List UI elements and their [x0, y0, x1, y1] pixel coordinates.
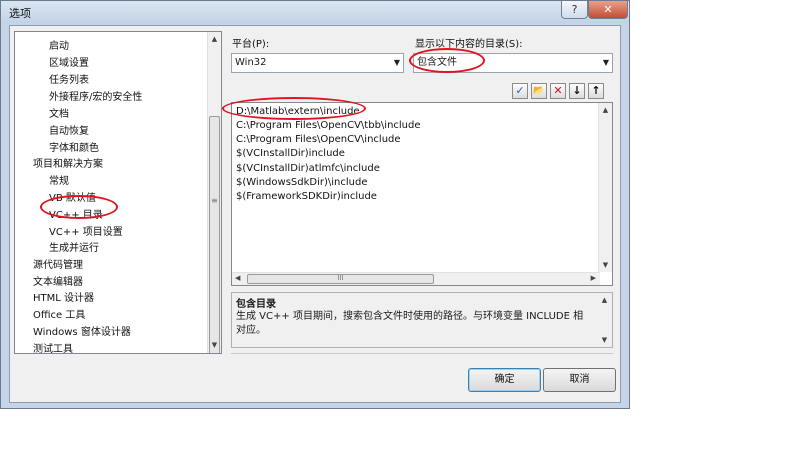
delete-icon[interactable]: ✕ — [550, 83, 566, 99]
dropdown-arrow-icon: ▼ — [393, 58, 400, 67]
show-dirs-value: 包含文件 — [417, 57, 457, 68]
tree-scrollbar[interactable]: ▲ ≡ ▼ — [207, 32, 221, 353]
tree-item-vc-project-settings[interactable]: VC++ 项目设置 — [49, 223, 123, 238]
list-item[interactable]: $(VCInstallDir)atlmfc\include — [236, 163, 380, 174]
tree-item-build-run[interactable]: 生成并运行 — [49, 239, 99, 254]
new-folder-icon[interactable]: 📂 — [531, 83, 547, 99]
dropdown-arrow-icon: ▼ — [602, 58, 609, 67]
description-panel: 包含目录 生成 VC++ 项目期间，搜索包含文件时使用的路径。与环境变量 INC… — [231, 292, 613, 348]
tree-item-startup[interactable]: 启动 — [49, 37, 69, 52]
close-button[interactable]: ✕ — [588, 1, 628, 19]
platform-label: 平台(P): — [232, 39, 270, 50]
scroll-grip-icon: ≡ — [211, 196, 218, 205]
list-item[interactable]: C:\Program Files\OpenCV\tbb\include — [236, 120, 421, 131]
scroll-up-arrow-icon[interactable]: ▲ — [598, 296, 611, 304]
tree-item-vc-directories[interactable]: VC++ 目录 — [49, 206, 103, 221]
platform-value: Win32 — [235, 57, 267, 68]
tree-item-regional[interactable]: 区域设置 — [49, 54, 89, 69]
scroll-up-arrow-icon[interactable]: ▲ — [208, 35, 221, 43]
scroll-down-arrow-icon[interactable]: ▼ — [599, 261, 612, 269]
tree-item-fonts-colors[interactable]: 字体和颜色 — [49, 139, 99, 154]
ok-button[interactable]: 确定 — [468, 368, 541, 392]
scroll-down-arrow-icon[interactable]: ▼ — [208, 341, 221, 349]
tree-item-html-designer[interactable]: HTML 设计器 — [33, 289, 94, 304]
options-dialog: 选项 ? ✕ 启动 区域设置 任务列表 外接程序/宏的安全性 文档 自动恢复 字… — [0, 0, 630, 409]
scroll-right-arrow-icon[interactable]: ▶ — [591, 274, 596, 282]
tree-item-documents[interactable]: 文档 — [49, 105, 69, 120]
tree-item-source-control[interactable]: 源代码管理 — [33, 256, 83, 271]
tree-item-vb-defaults[interactable]: VB 默认值 — [49, 189, 96, 204]
directory-list[interactable]: D:\Matlab\extern\include C:\Program File… — [231, 102, 613, 286]
options-tree[interactable]: 启动 区域设置 任务列表 外接程序/宏的安全性 文档 自动恢复 字体和颜色 项目… — [14, 31, 222, 354]
description-scrollbar[interactable]: ▲ ▼ — [598, 293, 612, 347]
tree-item-autorecover[interactable]: 自动恢复 — [49, 122, 89, 137]
show-dirs-label: 显示以下内容的目录(S): — [415, 39, 523, 50]
list-item[interactable]: $(VCInstallDir)include — [236, 148, 345, 159]
list-item[interactable]: C:\Program Files\OpenCV\include — [236, 134, 401, 145]
scroll-down-arrow-icon[interactable]: ▼ — [598, 336, 611, 344]
tree-item-office-tools[interactable]: Office 工具 — [33, 306, 85, 321]
move-up-icon[interactable]: ↑ — [588, 83, 604, 99]
tree-item-windows-forms-designer[interactable]: Windows 窗体设计器 — [33, 323, 131, 338]
tree-item-general[interactable]: 常规 — [49, 172, 69, 187]
title-bar: 选项 ? ✕ — [1, 1, 629, 23]
list-hscroll-thumb[interactable]: III — [247, 274, 434, 284]
help-button[interactable]: ? — [561, 1, 588, 19]
tree-item-task-list[interactable]: 任务列表 — [49, 71, 89, 86]
list-horizontal-scrollbar[interactable]: ◀ III ▶ — [232, 272, 600, 285]
scroll-left-arrow-icon[interactable]: ◀ — [235, 274, 240, 282]
list-item[interactable]: $(WindowsSdkDir)\include — [236, 177, 367, 188]
show-dirs-select[interactable]: 包含文件 ▼ — [413, 53, 613, 73]
dialog-client: 启动 区域设置 任务列表 外接程序/宏的安全性 文档 自动恢复 字体和颜色 项目… — [9, 25, 621, 403]
tree-scroll-thumb[interactable]: ≡ — [209, 116, 220, 353]
list-item[interactable]: D:\Matlab\extern\include — [236, 106, 360, 117]
description-title: 包含目录 — [236, 299, 276, 310]
tree-item-text-editor[interactable]: 文本编辑器 — [33, 273, 83, 288]
dialog-title: 选项 — [9, 7, 31, 20]
separator — [231, 353, 613, 354]
tree-item-addin-security[interactable]: 外接程序/宏的安全性 — [49, 88, 142, 103]
scroll-grip-icon: III — [337, 274, 344, 282]
platform-select[interactable]: Win32 ▼ — [231, 53, 404, 73]
description-text: 生成 VC++ 项目期间，搜索包含文件时使用的路径。与环境变量 INCLUDE … — [236, 311, 584, 336]
scroll-up-arrow-icon[interactable]: ▲ — [599, 106, 612, 114]
list-vertical-scrollbar[interactable]: ▲ ▼ — [598, 103, 612, 272]
tree-item-test-tools[interactable]: 测试工具 — [33, 340, 73, 353]
list-item[interactable]: $(FrameworkSDKDir)include — [236, 191, 377, 202]
cancel-button[interactable]: 取消 — [543, 368, 616, 392]
check-icon[interactable]: ✓ — [512, 83, 528, 99]
tree-item-projects-solutions[interactable]: 项目和解决方案 — [33, 155, 103, 170]
move-down-icon[interactable]: ↓ — [569, 83, 585, 99]
